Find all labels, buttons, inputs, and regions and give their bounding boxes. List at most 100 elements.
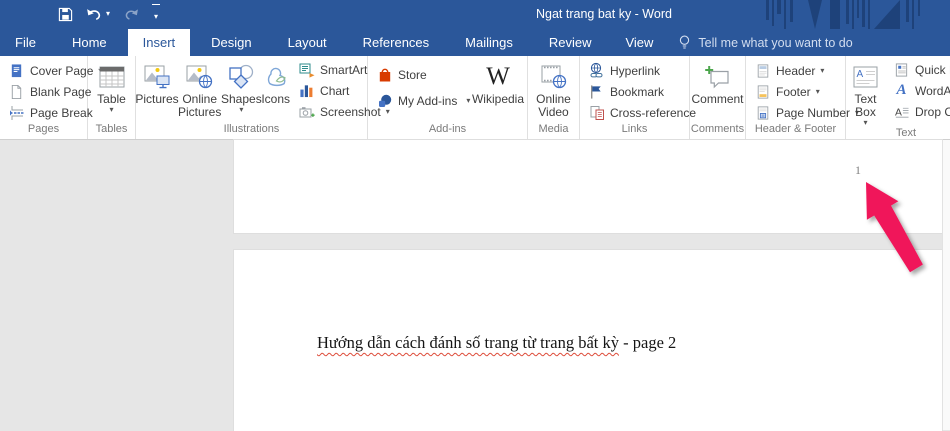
tab-design[interactable]: Design [196, 29, 266, 56]
cross-reference-label: Cross-reference [610, 106, 696, 120]
screenshot-camera-icon [298, 103, 315, 120]
chart-label: Chart [320, 84, 349, 98]
document-heading[interactable]: Hướng dẫn cách đánh số trang từ trang bấ… [317, 333, 676, 353]
group-label-comments: Comments [690, 123, 745, 139]
bookmark-button[interactable]: Bookmark [585, 81, 689, 102]
group-label-addins: Add-ins [368, 123, 527, 139]
group-label-header-footer: Header & Footer [746, 123, 845, 139]
quick-parts-button[interactable]: Quick Parts ▾ [890, 59, 950, 80]
pictures-icon [144, 60, 171, 93]
drop-cap-button[interactable]: A Drop Cap ▾ [890, 101, 950, 122]
wordart-button[interactable]: A WordArt ▾ [890, 80, 950, 101]
undo-icon [86, 7, 103, 21]
screenshot-button[interactable]: Screenshot ▾ [295, 101, 367, 122]
ribbon-group-pages: Cover Page ▾ Blank Page Page Break Pages [0, 56, 88, 139]
undo-button[interactable]: ▾ [86, 4, 110, 24]
text-box-icon: A [852, 60, 879, 93]
chart-button[interactable]: Chart [295, 80, 367, 101]
drop-cap-label: Drop Cap [915, 105, 950, 119]
tab-file[interactable]: File [0, 29, 51, 56]
redo-icon [123, 7, 139, 21]
wikipedia-icon: W [486, 60, 510, 93]
quick-parts-icon [893, 61, 910, 78]
save-button[interactable] [58, 4, 73, 24]
table-icon [98, 60, 126, 93]
ribbon-group-header-footer: Header ▾ Footer ▾ Page Number ▾ [746, 56, 846, 139]
annotation-arrow [828, 170, 932, 282]
online-pictures-button[interactable]: Online Pictures [178, 56, 221, 123]
window-title: Ngat trang bat ky - Word [536, 7, 672, 21]
ribbon-group-text: A Text Box ▾ Quick Parts ▾ A WordArt [846, 56, 950, 139]
redo-button[interactable] [123, 4, 139, 24]
online-video-button[interactable]: Online Video [533, 56, 575, 123]
scrollbar[interactable] [942, 140, 950, 430]
quick-access-toolbar: ▾ ▾ [58, 3, 160, 25]
svg-text:A: A [895, 107, 902, 118]
title-bar: ▾ ▾ Ngat trang bat ky - Word [0, 0, 950, 29]
blank-page-icon [8, 83, 25, 100]
wikipedia-label: Wikipedia [472, 93, 524, 106]
pictures-button[interactable]: Pictures [136, 56, 178, 123]
chevron-down-icon: ▾ [109, 106, 113, 114]
header-button[interactable]: Header ▾ [751, 60, 845, 81]
ribbon-group-links: Hyperlink Bookmark Cross-reference Links [580, 56, 690, 139]
customize-quick-access-button[interactable]: ▾ [152, 4, 160, 24]
wikipedia-button[interactable]: W Wikipedia [469, 56, 527, 123]
table-button[interactable]: Table ▾ [97, 56, 126, 123]
blank-page-button[interactable]: Blank Page [5, 81, 87, 102]
wordart-icon: A [893, 82, 910, 99]
ribbon-group-comments: Comment Comments [690, 56, 746, 139]
group-label-media: Media [528, 123, 579, 139]
lightbulb-icon [678, 35, 691, 50]
smartart-icon [298, 61, 315, 78]
bookmark-label: Bookmark [610, 85, 664, 99]
store-label: Store [398, 68, 427, 82]
pictures-label: Pictures [135, 93, 178, 106]
shapes-button[interactable]: Shapes ▾ [221, 56, 261, 123]
comment-icon [703, 60, 731, 93]
cross-reference-icon [588, 104, 605, 121]
page-break-label: Page Break [30, 106, 93, 120]
header-icon [754, 62, 771, 79]
heading-suffix-text: - page 2 [619, 333, 676, 352]
drop-cap-icon: A [893, 103, 910, 120]
online-video-icon [540, 60, 567, 93]
icons-label: Icons [261, 93, 290, 106]
smartart-label: SmartArt [320, 63, 367, 77]
cover-page-button[interactable]: Cover Page ▾ [5, 60, 87, 81]
ribbon: Cover Page ▾ Blank Page Page Break Pages [0, 56, 950, 140]
footer-icon [754, 83, 771, 100]
tab-references[interactable]: References [348, 29, 444, 56]
smartart-button[interactable]: SmartArt [295, 59, 367, 80]
customize-toolbar-icon: ▾ [152, 4, 160, 24]
page-break-icon [8, 104, 25, 121]
comment-label: Comment [691, 93, 743, 106]
text-box-button[interactable]: A Text Box ▾ [846, 56, 885, 127]
tab-view[interactable]: View [610, 29, 668, 56]
tab-home[interactable]: Home [57, 29, 122, 56]
tab-layout[interactable]: Layout [273, 29, 342, 56]
chart-icon [298, 82, 315, 99]
page-break-button[interactable]: Page Break [5, 102, 87, 123]
cover-page-label: Cover Page [30, 64, 93, 78]
tell-me-box[interactable]: Tell me what you want to do [668, 29, 862, 56]
comment-button[interactable]: Comment [691, 56, 743, 123]
page-number-icon [754, 104, 771, 121]
online-pictures-label: Online Pictures [178, 93, 221, 119]
my-addins-icon [376, 93, 393, 110]
cross-reference-button[interactable]: Cross-reference [585, 102, 689, 123]
footer-button[interactable]: Footer ▾ [751, 81, 845, 102]
header-label: Header [776, 64, 815, 78]
tab-mailings[interactable]: Mailings [450, 29, 528, 56]
store-icon [376, 67, 393, 84]
heading-vietnamese-text: Hướng dẫn cách đánh số trang từ trang bấ… [317, 333, 619, 352]
my-addins-button[interactable]: My Add-ins ▾ [373, 88, 469, 114]
page-number-button[interactable]: Page Number ▾ [751, 102, 845, 123]
ribbon-group-tables: Table ▾ Tables [88, 56, 136, 139]
tab-insert[interactable]: Insert [128, 29, 191, 56]
my-addins-label: My Add-ins [398, 94, 457, 108]
hyperlink-button[interactable]: Hyperlink [585, 60, 689, 81]
icons-button[interactable]: Icons [261, 56, 290, 123]
tab-review[interactable]: Review [534, 29, 607, 56]
store-button[interactable]: Store [373, 62, 469, 88]
